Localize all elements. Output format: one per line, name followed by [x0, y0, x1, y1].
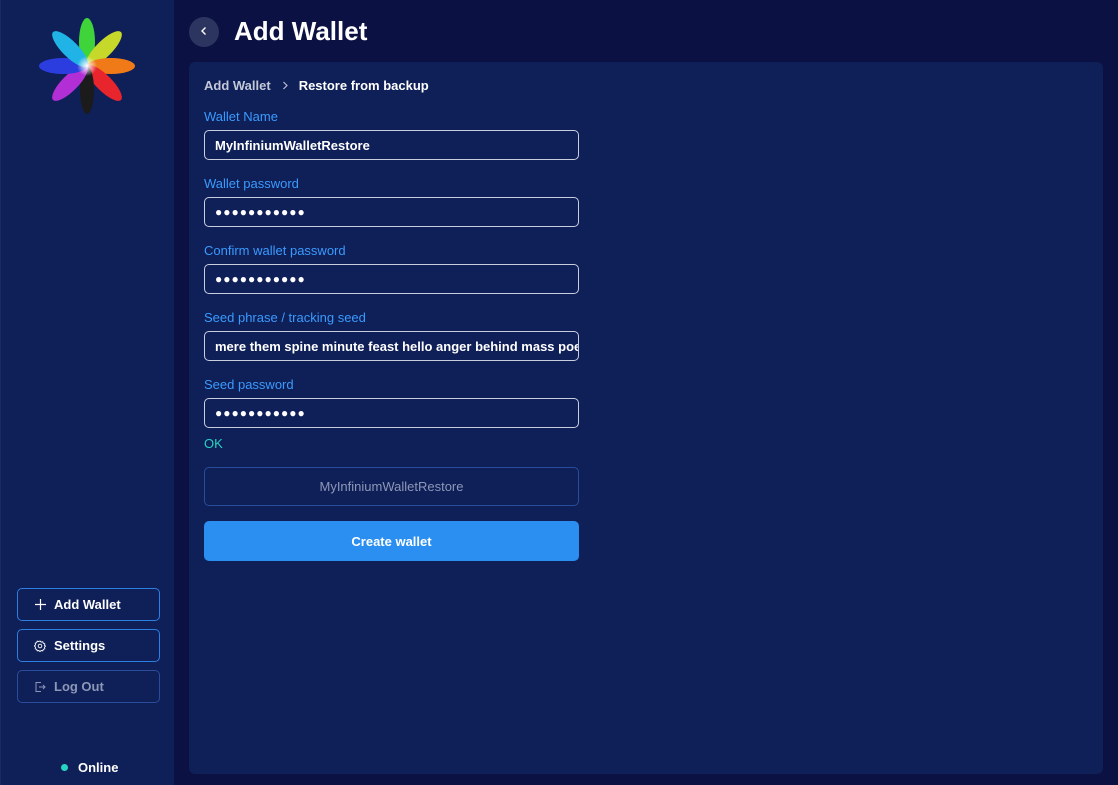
- settings-button[interactable]: Settings: [17, 629, 160, 662]
- online-indicator: [61, 764, 68, 771]
- chevron-right-icon: [282, 81, 288, 90]
- plus-icon: [34, 599, 46, 611]
- wallet-name-input[interactable]: MyInfiniumWalletRestore: [204, 130, 579, 160]
- app-logo: [39, 18, 135, 114]
- settings-label: Settings: [54, 638, 106, 653]
- breadcrumb-restore: Restore from backup: [298, 78, 429, 93]
- page-title: Add Wallet: [234, 16, 368, 46]
- create-wallet-button[interactable]: Create wallet: [204, 521, 579, 561]
- seed-password-input[interactable]: ●●●●●●●●●●●: [204, 398, 579, 428]
- breadcrumb-add-wallet[interactable]: Add Wallet: [204, 78, 271, 93]
- back-button[interactable]: [189, 17, 219, 47]
- logout-icon: [34, 681, 46, 693]
- gear-icon: [34, 639, 46, 652]
- logout-button[interactable]: Log Out: [17, 670, 160, 703]
- breadcrumb: Add Wallet Restore from backup: [204, 78, 429, 93]
- restore-wallet-panel: Add Wallet Restore from backup Wallet Na…: [189, 62, 1103, 774]
- app-window: Add Wallet Settings Log Out Online Add W…: [0, 0, 1118, 785]
- sidebar: Add Wallet Settings Log Out Online: [0, 0, 174, 785]
- seed-status-text: OK: [204, 436, 223, 451]
- status-label: Online: [78, 760, 119, 775]
- confirm-password-label: Confirm wallet password: [204, 243, 346, 258]
- wallet-password-label: Wallet password: [204, 176, 299, 191]
- seed-phrase-label: Seed phrase / tracking seed: [204, 310, 366, 325]
- connection-status: Online: [61, 760, 118, 775]
- seed-password-label: Seed password: [204, 377, 294, 392]
- confirm-password-input[interactable]: ●●●●●●●●●●●: [204, 264, 579, 294]
- seed-phrase-input[interactable]: mere them spine minute feast hello anger…: [204, 331, 579, 361]
- chevron-left-icon: [200, 23, 208, 41]
- add-wallet-button[interactable]: Add Wallet: [17, 588, 160, 621]
- logout-label: Log Out: [54, 679, 104, 694]
- add-wallet-label: Add Wallet: [54, 597, 121, 612]
- wallet-name-display: MyInfiniumWalletRestore: [204, 467, 579, 506]
- wallet-name-label: Wallet Name: [204, 109, 278, 124]
- wallet-password-input[interactable]: ●●●●●●●●●●●: [204, 197, 579, 227]
